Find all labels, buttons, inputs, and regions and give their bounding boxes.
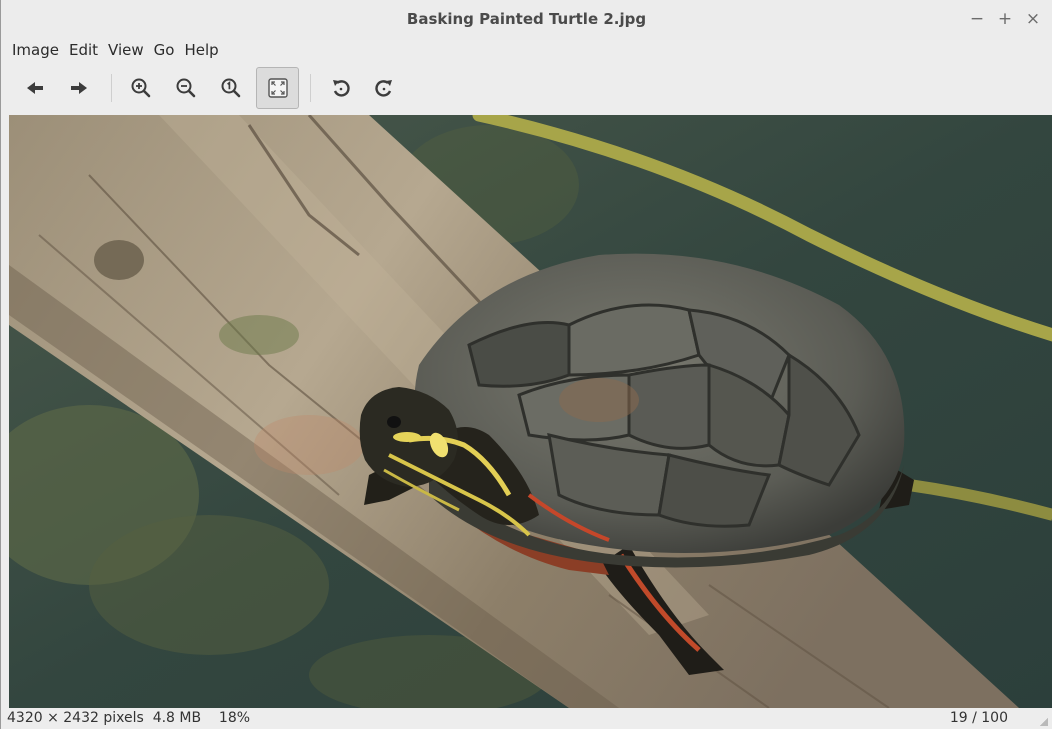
close-button[interactable]: × <box>1022 8 1044 30</box>
zoom-level: 18% <box>218 710 251 726</box>
resize-grip-icon[interactable] <box>1040 718 1048 726</box>
title-bar[interactable]: Basking Painted Turtle 2.jpg − + × <box>1 0 1052 40</box>
zoom-original-icon <box>221 78 241 98</box>
photo-turtle-on-log <box>9 115 1052 708</box>
toolbar <box>1 66 1052 110</box>
window-controls: − + × <box>966 8 1044 30</box>
rotate-left-button[interactable] <box>321 68 361 108</box>
image-display[interactable] <box>9 115 1052 708</box>
zoom-in-icon <box>131 78 151 98</box>
status-image-info: 4320 × 2432 pixels 4.8 MB 18% <box>7 710 250 726</box>
zoom-fit-icon <box>267 78 288 98</box>
image-viewer-window: Basking Painted Turtle 2.jpg − + × Image… <box>0 0 1052 729</box>
toolbar-separator <box>111 74 112 102</box>
image-position: 19 / 100 <box>949 710 1008 726</box>
minimize-button[interactable]: − <box>966 8 988 30</box>
image-dimensions: 4320 × 2432 pixels <box>7 710 144 726</box>
menu-image[interactable]: Image <box>7 38 64 62</box>
menu-bar: Image Edit View Go Help <box>7 38 224 62</box>
menu-help[interactable]: Help <box>179 38 223 62</box>
rotate-right-icon <box>375 80 392 97</box>
menu-view[interactable]: View <box>103 38 149 62</box>
menu-go[interactable]: Go <box>149 38 180 62</box>
file-size: 4.8 MB <box>152 710 202 726</box>
maximize-button[interactable]: + <box>994 8 1016 30</box>
zoom-original-button[interactable] <box>211 68 251 108</box>
zoom-fit-button[interactable] <box>256 67 299 109</box>
rotate-left-icon <box>333 80 350 97</box>
status-bar: 4320 × 2432 pixels 4.8 MB 18% 19 / 100 <box>1 708 1052 729</box>
arrow-right-icon <box>71 82 87 94</box>
previous-image-button[interactable] <box>15 68 55 108</box>
menu-edit[interactable]: Edit <box>64 38 103 62</box>
window-title: Basking Painted Turtle 2.jpg <box>406 10 647 28</box>
rotate-right-button[interactable] <box>364 68 404 108</box>
toolbar-separator <box>310 74 311 102</box>
zoom-out-icon <box>176 78 196 98</box>
zoom-out-button[interactable] <box>166 68 206 108</box>
zoom-in-button[interactable] <box>121 68 161 108</box>
next-image-button[interactable] <box>59 68 99 108</box>
arrow-left-icon <box>27 82 43 94</box>
